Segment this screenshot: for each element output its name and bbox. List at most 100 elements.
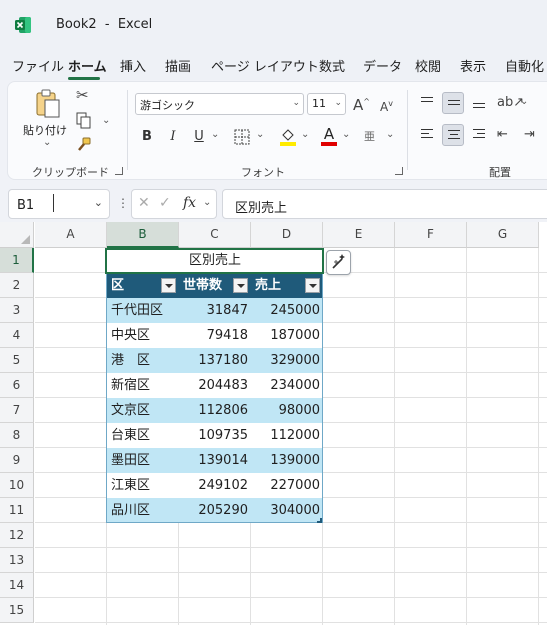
more-options-icon[interactable]: ⋮ [117, 196, 129, 210]
align-bottom-button[interactable] [468, 92, 490, 114]
copy-dropdown-icon[interactable]: ⌄ [102, 115, 110, 126]
font-color-button[interactable]: A [320, 125, 338, 147]
underline-dropdown-icon[interactable]: ⌄ [211, 129, 219, 140]
chevron-down-icon[interactable]: ⌄ [94, 196, 103, 209]
tab-insert[interactable]: 挿入 [120, 56, 146, 75]
column-header-b[interactable]: B [107, 222, 179, 248]
formula-bar: B1 ⌄ ⋮ ✕ ✓ fx ⌄ 区別売上 [0, 186, 547, 222]
font-size-select[interactable]: 11 ⌄ [307, 93, 346, 115]
name-box-value: B1 [17, 198, 35, 213]
font-launcher-icon[interactable] [395, 167, 403, 175]
gridline [394, 248, 395, 625]
row-header-12[interactable]: 12 [0, 523, 34, 548]
bold-button[interactable]: B [137, 127, 157, 147]
tab-automate[interactable]: 自動化 [505, 56, 544, 75]
tab-review[interactable]: 校閲 [415, 56, 441, 75]
excel-logo-icon [15, 17, 31, 33]
gridline [466, 248, 467, 625]
tab-page-layout[interactable]: ページ レイアウト [211, 56, 319, 75]
tab-home[interactable]: ホーム [68, 56, 107, 75]
fill-color-icon[interactable] [279, 126, 297, 146]
orientation-dropdown-icon[interactable]: ⌄ [520, 96, 528, 107]
paste-button[interactable]: 貼り付け [23, 122, 67, 138]
decrease-indent-icon[interactable]: ⇤ [497, 127, 508, 143]
row-header-6[interactable]: 6 [0, 373, 34, 398]
copy-icon[interactable] [76, 112, 92, 130]
underline-button[interactable]: U [189, 127, 209, 147]
column-header-a[interactable]: A [35, 222, 107, 248]
active-tab-indicator [68, 77, 100, 80]
ribbon-tabs: ファイル ホーム 挿入 描画 ページ レイアウト 数式 データ 校閲 表示 自動… [0, 52, 547, 80]
row-header-8[interactable]: 8 [0, 423, 34, 448]
magic-wand-icon [332, 254, 345, 269]
ribbon: 貼り付け ⌄ ✂ ⌄ クリップボード 游ゴシック ⌄ 11 ⌄ A^ Av B … [7, 81, 547, 180]
row-header-1[interactable]: 1 [0, 248, 34, 273]
fill-color-dropdown-icon[interactable]: ⌄ [301, 129, 309, 140]
enter-icon[interactable]: ✓ [159, 195, 171, 211]
name-box[interactable]: B1 ⌄ [8, 189, 110, 219]
row-header-9[interactable]: 9 [0, 448, 34, 473]
align-left-button[interactable] [416, 124, 438, 146]
row-header-15[interactable]: 15 [0, 598, 34, 623]
cancel-icon[interactable]: ✕ [138, 195, 150, 211]
shrink-font-button[interactable]: Av [380, 96, 393, 115]
font-group-label: フォント [241, 166, 285, 179]
font-color-letter: A [323, 125, 335, 143]
insert-function-button[interactable]: fx [183, 195, 196, 211]
paste-icon[interactable] [34, 89, 62, 119]
font-color-swatch [321, 142, 337, 146]
row-header-4[interactable]: 4 [0, 323, 34, 348]
column-header-d[interactable]: D [251, 222, 323, 248]
gridline [35, 572, 547, 573]
row-header-11[interactable]: 11 [0, 498, 34, 523]
gridline [35, 597, 547, 598]
grow-font-button[interactable]: A^ [353, 94, 370, 113]
quick-analysis-button[interactable] [326, 250, 351, 275]
borders-dropdown-icon[interactable]: ⌄ [256, 129, 264, 140]
column-header-g[interactable]: G [467, 222, 539, 248]
formula-buttons: ✕ ✓ fx ⌄ [131, 189, 217, 219]
column-header-f[interactable]: F [395, 222, 467, 248]
select-all-corner[interactable] [0, 222, 34, 248]
cut-icon[interactable]: ✂ [76, 87, 89, 103]
increase-indent-icon[interactable]: ⇥ [524, 127, 535, 143]
row-header-13[interactable]: 13 [0, 548, 34, 573]
format-painter-icon[interactable] [76, 137, 92, 153]
font-name-select[interactable]: 游ゴシック ⌄ [135, 93, 304, 115]
grow-font-label: A [353, 96, 364, 114]
paste-dropdown-icon[interactable]: ⌄ [43, 137, 51, 148]
tab-formulas[interactable]: 数式 [319, 56, 345, 75]
font-color-dropdown-icon[interactable]: ⌄ [342, 129, 350, 140]
borders-icon[interactable] [234, 129, 250, 145]
italic-button[interactable]: I [163, 127, 183, 147]
shrink-font-label: A [380, 100, 389, 114]
row-header-2[interactable]: 2 [0, 273, 34, 298]
formula-text: 区別売上 [235, 201, 288, 216]
align-top-button[interactable] [416, 92, 438, 114]
tab-data[interactable]: データ [363, 56, 402, 75]
clipboard-launcher-icon[interactable] [115, 167, 123, 175]
phonetic-dropdown-icon[interactable]: ⌄ [386, 129, 394, 140]
align-right-button[interactable] [468, 124, 490, 146]
font-name-value: 游ゴシック [140, 99, 195, 112]
row-header-14[interactable]: 14 [0, 573, 34, 598]
chevron-down-icon[interactable]: ⌄ [203, 197, 211, 208]
row-header-7[interactable]: 7 [0, 398, 34, 423]
active-cell-selection [105, 248, 324, 274]
tab-draw[interactable]: 描画 [165, 56, 191, 75]
row-header-3[interactable]: 3 [0, 298, 34, 323]
align-center-button[interactable] [442, 124, 464, 146]
formula-input[interactable]: 区別売上 [222, 189, 547, 219]
phonetic-guide-button[interactable]: 亜 [364, 128, 375, 144]
worksheet-grid[interactable]: A B C D E F G 1 2 3 4 5 6 7 8 9 10 11 12… [0, 222, 547, 625]
row-header-5[interactable]: 5 [0, 348, 34, 373]
table-resize-handle[interactable] [317, 518, 322, 523]
tab-view[interactable]: 表示 [460, 56, 486, 75]
text-cursor [53, 194, 54, 212]
group-separator [127, 90, 128, 170]
tab-file[interactable]: ファイル [12, 56, 64, 75]
row-header-10[interactable]: 10 [0, 473, 34, 498]
column-header-c[interactable]: C [179, 222, 251, 248]
align-middle-button[interactable] [442, 92, 464, 114]
column-header-e[interactable]: E [323, 222, 395, 248]
